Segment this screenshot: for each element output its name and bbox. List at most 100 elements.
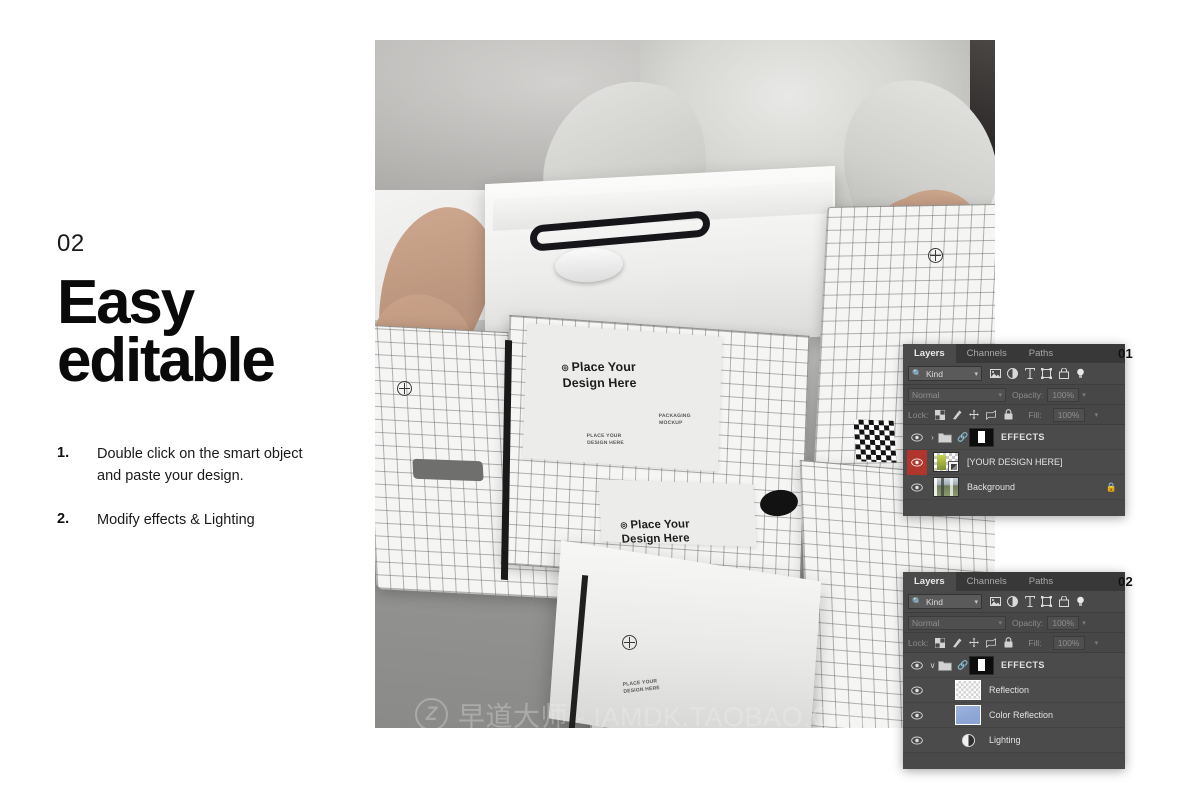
shape-layer-filter-icon[interactable] <box>1041 596 1052 607</box>
layer-visibility-toggle[interactable] <box>907 425 927 450</box>
design-placeholder-label-sub: ◎ Place Your Design Here <box>620 517 692 547</box>
lock-artboard-icon[interactable] <box>986 409 997 420</box>
design-placeholder-plate-main <box>522 323 723 472</box>
layer-visibility-toggle[interactable] <box>907 703 927 728</box>
blend-mode-dropdown[interactable]: Normal ▾ <box>908 615 1006 630</box>
eye-icon <box>911 685 923 695</box>
registration-mark-icon <box>622 635 637 650</box>
lock-position-icon[interactable] <box>969 409 980 420</box>
list-item-number: 1. <box>57 445 70 462</box>
filter-icon-group <box>990 368 1086 379</box>
opacity-value: 100% <box>1052 617 1075 628</box>
eye-icon <box>911 432 923 442</box>
list-item-text: Modify effects & Lighting <box>97 512 255 529</box>
table-row[interactable]: [YOUR DESIGN HERE] <box>903 449 1125 475</box>
link-icon[interactable]: 🔗 <box>957 432 968 443</box>
layers-panel-01[interactable]: Layers Channels Paths 🔍 Kind ▾ Normal ▾ … <box>903 344 1125 516</box>
registration-mark-icon <box>928 248 943 263</box>
layer-name: [YOUR DESIGN HERE] <box>967 457 1063 467</box>
opacity-label: Opacity: <box>1012 617 1044 628</box>
fill-value: 100% <box>1057 637 1080 648</box>
opacity-chevron-down-icon[interactable]: ▾ <box>1082 619 1086 627</box>
opacity-field[interactable]: 100% <box>1047 615 1080 630</box>
adjustment-layer-filter-icon[interactable] <box>1007 368 1018 379</box>
table-row[interactable]: › 🔗 EFFECTS <box>903 425 1125 450</box>
smart-object-filter-icon[interactable] <box>1058 596 1069 607</box>
chevron-down-icon[interactable]: ∨ <box>927 661 938 670</box>
opacity-chevron-down-icon[interactable]: ▾ <box>1082 391 1086 399</box>
table-row[interactable]: Lighting <box>903 728 1125 753</box>
filter-kind-dropdown[interactable]: 🔍 Kind ▾ <box>908 366 982 381</box>
layer-visibility-toggle[interactable] <box>907 728 927 753</box>
lock-image-icon[interactable] <box>952 638 962 648</box>
table-row[interactable]: ∨ 🔗 EFFECTS <box>903 653 1125 678</box>
design-placeholder-text-main: Place Your Design Here <box>562 359 637 390</box>
layers-panel-02[interactable]: Layers Channels Paths 🔍 Kind ▾ Normal ▾ … <box>903 572 1125 769</box>
pixel-layer-filter-icon[interactable] <box>990 368 1001 379</box>
adjustment-layer-filter-icon[interactable] <box>1007 596 1018 607</box>
smart-object-filter-icon[interactable] <box>1058 368 1069 379</box>
lock-artboard-icon[interactable] <box>986 637 997 648</box>
fill-field[interactable]: 100% <box>1052 407 1085 422</box>
left-text-column: 02 Easy editable 1. Double click on the … <box>57 232 347 553</box>
folder-open-icon <box>938 660 952 671</box>
layer-visibility-toggle[interactable] <box>907 653 927 678</box>
lock-position-icon[interactable] <box>969 637 980 648</box>
layer-filter-bar: 🔍 Kind ▾ <box>903 591 1125 613</box>
fill-chevron-down-icon[interactable]: ▾ <box>1095 639 1099 647</box>
lock-image-icon[interactable] <box>952 410 962 420</box>
shape-layer-filter-icon[interactable] <box>1041 368 1052 379</box>
chevron-down-icon: ▾ <box>998 391 1002 399</box>
tab-channels[interactable]: Channels <box>955 572 1018 591</box>
layer-thumbnail[interactable] <box>933 452 959 472</box>
micro-label-2: PACKAGING MOCKUP <box>658 413 692 426</box>
list-item: 1. Double click on the smart object and … <box>57 443 347 487</box>
fill-chevron-down-icon[interactable]: ▾ <box>1095 411 1099 419</box>
layer-visibility-toggle[interactable] <box>907 449 927 475</box>
tab-paths[interactable]: Paths <box>1017 572 1065 591</box>
type-layer-filter-icon[interactable] <box>1024 368 1035 379</box>
filter-kind-dropdown[interactable]: 🔍 Kind ▾ <box>908 594 982 609</box>
type-layer-filter-icon[interactable] <box>1024 596 1035 607</box>
adjustment-layer-icon[interactable] <box>955 733 981 747</box>
opacity-field[interactable]: 100% <box>1047 387 1080 402</box>
layer-thumbnail[interactable] <box>955 705 981 725</box>
lock-transparency-icon[interactable] <box>935 409 946 420</box>
layer-thumbnail[interactable] <box>955 680 981 700</box>
layer-visibility-toggle[interactable] <box>907 475 927 500</box>
table-row[interactable]: Background 🔒 <box>903 475 1125 500</box>
table-row[interactable]: Color Reflection <box>903 703 1125 728</box>
layer-visibility-toggle[interactable] <box>907 678 927 703</box>
chevron-right-icon[interactable]: › <box>927 433 938 442</box>
link-icon[interactable]: 🔗 <box>957 660 968 671</box>
checker-swatch <box>853 419 897 463</box>
list-item: 2. Modify effects & Lighting <box>57 509 347 531</box>
design-placeholder-label-main: ◎ Place Your Design Here <box>561 360 638 391</box>
tab-paths[interactable]: Paths <box>1017 344 1065 363</box>
pixel-layer-filter-icon[interactable] <box>990 596 1001 607</box>
list-item-text: Double click on the smart object and pas… <box>97 446 303 485</box>
layer-mask-thumbnail[interactable] <box>969 427 994 447</box>
filter-toggle-icon[interactable] <box>1075 368 1086 379</box>
tab-layers[interactable]: Layers <box>903 572 956 591</box>
lock-all-icon[interactable] <box>1003 409 1013 420</box>
chevron-down-icon: ▾ <box>974 598 978 606</box>
registration-dot-icon: ◎ <box>620 520 628 530</box>
list-item-number: 2. <box>57 511 70 528</box>
blend-mode-dropdown[interactable]: Normal ▾ <box>908 387 1006 402</box>
tab-layers[interactable]: Layers <box>903 344 956 363</box>
folder-icon <box>938 432 952 443</box>
layer-mask-thumbnail[interactable] <box>969 655 994 675</box>
table-row[interactable]: Reflection <box>903 678 1125 703</box>
filter-toggle-icon[interactable] <box>1075 596 1086 607</box>
eye-icon <box>911 660 923 670</box>
step-number: 02 <box>57 230 85 257</box>
layer-thumbnail[interactable] <box>933 477 959 497</box>
lock-all-icon[interactable] <box>1003 637 1013 648</box>
fill-field[interactable]: 100% <box>1052 635 1085 650</box>
tab-channels[interactable]: Channels <box>955 344 1018 363</box>
fill-label: Fill: <box>1028 637 1042 648</box>
page-root: 02 Easy editable 1. Double click on the … <box>0 0 1200 800</box>
lock-transparency-icon[interactable] <box>935 637 946 648</box>
layer-list-02: ∨ 🔗 EFFECTS Reflection Color Reflection <box>903 653 1125 753</box>
